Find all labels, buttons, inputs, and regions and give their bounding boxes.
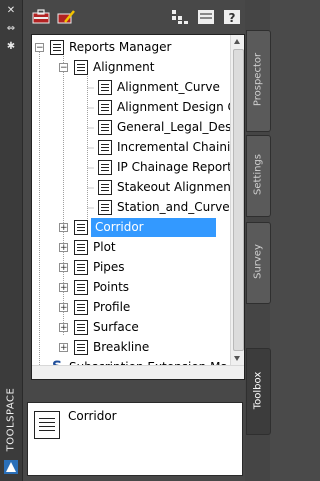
scroll-up-icon[interactable] [234, 39, 240, 44]
properties-icon[interactable]: ✱ [6, 42, 16, 52]
help-icon[interactable]: ? [223, 9, 241, 25]
vertical-scrollbar[interactable] [230, 35, 244, 365]
expand-toggle[interactable]: + [59, 343, 68, 353]
reports-folder-icon [74, 60, 88, 75]
expand-toggle[interactable]: + [59, 263, 68, 273]
civil-logo-icon [4, 460, 18, 474]
close-icon[interactable]: ✕ [6, 6, 16, 16]
auto-hide-icon[interactable]: ⇔ [6, 24, 16, 34]
report-icon [98, 100, 112, 115]
report-icon [98, 160, 112, 175]
reports-folder-icon [74, 340, 88, 355]
reports-folder-icon [74, 220, 88, 235]
palette-title: TOOLSPACE [5, 387, 17, 452]
reports-folder-icon [74, 320, 88, 335]
horizontal-scrollbar[interactable] [32, 365, 244, 379]
scroll-down-icon[interactable] [234, 356, 240, 361]
palette-title-bar: ✕ ⇔ ✱ TOOLSPACE [0, 0, 23, 481]
report-large-icon [34, 411, 60, 439]
report-icon [98, 120, 112, 135]
tab-settings[interactable]: Settings [246, 135, 271, 217]
reports-folder-icon [74, 240, 88, 255]
tab-survey[interactable]: Survey [246, 222, 271, 304]
toolbar: ? [23, 0, 245, 34]
collapse-toggle[interactable]: − [59, 63, 68, 73]
reports-folder-icon [74, 260, 88, 275]
toolbox-tree[interactable]: − Reports Manager − Alignment Alignment_… [31, 34, 245, 380]
collapse-toggle[interactable]: − [35, 43, 44, 53]
view-options-icon[interactable] [171, 9, 189, 25]
expand-toggle[interactable]: + [59, 323, 68, 333]
toggle-pane-icon[interactable] [197, 9, 215, 25]
expand-toggle[interactable]: + [59, 243, 68, 253]
report-icon [98, 140, 112, 155]
expand-toggle[interactable]: + [59, 223, 68, 233]
toolspace-tabs: Prospector Settings Survey Toolbox [245, 0, 271, 481]
item-preview: Corridor [27, 402, 243, 476]
tab-toolbox[interactable]: Toolbox [246, 348, 271, 435]
toolbox-panel: ? − Reports Manager − Alignment Alignmen… [23, 0, 245, 481]
report-icon [98, 180, 112, 195]
scrollbar-thumb[interactable] [233, 49, 244, 351]
svg-text:?: ? [229, 11, 236, 25]
tab-prospector[interactable]: Prospector [246, 30, 271, 132]
edit-toolbox-icon[interactable] [57, 9, 75, 25]
reports-folder-icon [50, 40, 64, 55]
toolbox-editor-icon[interactable] [32, 9, 50, 25]
reports-folder-icon [74, 280, 88, 295]
reports-folder-icon [74, 300, 88, 315]
report-icon [98, 200, 112, 215]
expand-toggle[interactable]: + [59, 283, 68, 293]
report-icon [98, 80, 112, 95]
expand-toggle[interactable]: + [59, 303, 68, 313]
